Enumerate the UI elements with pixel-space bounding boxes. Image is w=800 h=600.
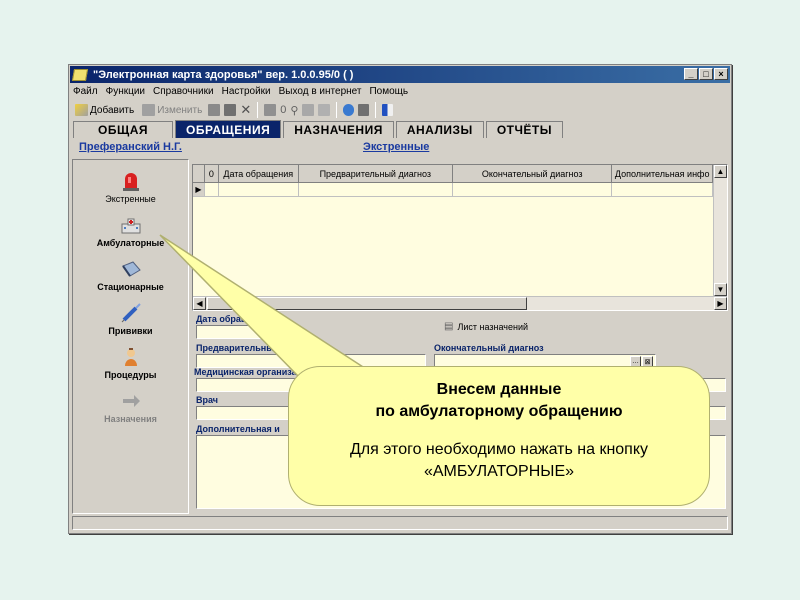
callout-line-3: Для этого необходимо нажать на кнопку [349,441,649,458]
callout-line-1: Внесем данные [436,381,562,398]
callout-pointer [159,234,383,379]
callout-line-2: по амбулаторному обращению [375,403,623,420]
instruction-callout: Внесем данные по амбулаторному обращению… [288,366,710,506]
callout-line-4: «АМБУЛАТОРНЫЕ» [423,463,575,480]
